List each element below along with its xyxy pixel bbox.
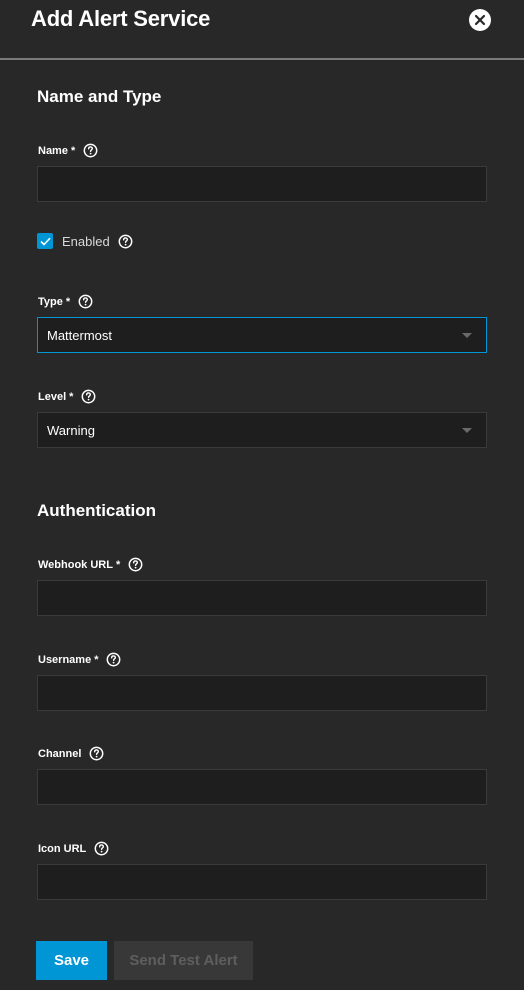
type-label: Type *	[38, 294, 93, 309]
dropdown-arrow-icon	[462, 333, 472, 338]
help-icon[interactable]	[83, 143, 98, 158]
type-select[interactable]: Mattermost	[37, 317, 487, 353]
type-label-text: Type	[38, 295, 63, 308]
section-title-authentication: Authentication	[37, 501, 156, 520]
channel-input[interactable]	[37, 769, 487, 805]
help-icon[interactable]	[78, 294, 93, 309]
username-input[interactable]	[37, 675, 487, 711]
icon-url-label-text: Icon URL	[38, 842, 87, 855]
help-icon[interactable]	[118, 234, 133, 249]
level-label: Level *	[38, 389, 96, 404]
required-marker: *	[65, 295, 71, 308]
name-label-text: Name	[38, 144, 68, 157]
close-icon	[474, 14, 486, 26]
required-marker: *	[115, 558, 121, 571]
enabled-checkbox[interactable]	[37, 233, 53, 249]
section-title-name-and-type: Name and Type	[37, 87, 162, 106]
dialog-title: Add Alert Service	[31, 6, 211, 31]
level-select[interactable]: Warning	[37, 412, 487, 448]
webhook-url-label: Webhook URL *	[38, 557, 143, 572]
help-icon[interactable]	[89, 746, 104, 761]
required-marker: *	[70, 144, 76, 157]
webhook-url-input[interactable]	[37, 580, 487, 616]
close-button[interactable]	[469, 9, 491, 31]
help-icon[interactable]	[128, 557, 143, 572]
enabled-label: Enabled	[62, 233, 110, 249]
type-selected-value: Mattermost	[47, 327, 113, 343]
name-input[interactable]	[37, 166, 487, 202]
enabled-row: Enabled	[37, 233, 133, 249]
required-marker: *	[69, 390, 74, 403]
level-selected-value: Warning	[47, 422, 95, 438]
checkmark-icon	[39, 237, 51, 246]
username-label-text: Username	[38, 653, 92, 666]
webhook-url-label-text: Webhook URL	[38, 558, 113, 571]
username-label: Username *	[38, 652, 121, 667]
help-icon[interactable]	[106, 652, 121, 667]
dialog-header: Add Alert Service	[0, 0, 524, 60]
save-button[interactable]: Save	[36, 941, 107, 980]
icon-url-label: Icon URL	[38, 841, 109, 856]
dropdown-arrow-icon	[462, 428, 472, 433]
required-marker: *	[94, 653, 99, 666]
name-label: Name *	[38, 143, 98, 158]
send-test-alert-button[interactable]: Send Test Alert	[114, 941, 253, 980]
help-icon[interactable]	[81, 389, 96, 404]
channel-label-text: Channel	[38, 747, 82, 760]
icon-url-input[interactable]	[37, 864, 487, 900]
help-icon[interactable]	[94, 841, 109, 856]
channel-label: Channel	[38, 746, 104, 761]
level-label-text: Level	[38, 390, 67, 403]
